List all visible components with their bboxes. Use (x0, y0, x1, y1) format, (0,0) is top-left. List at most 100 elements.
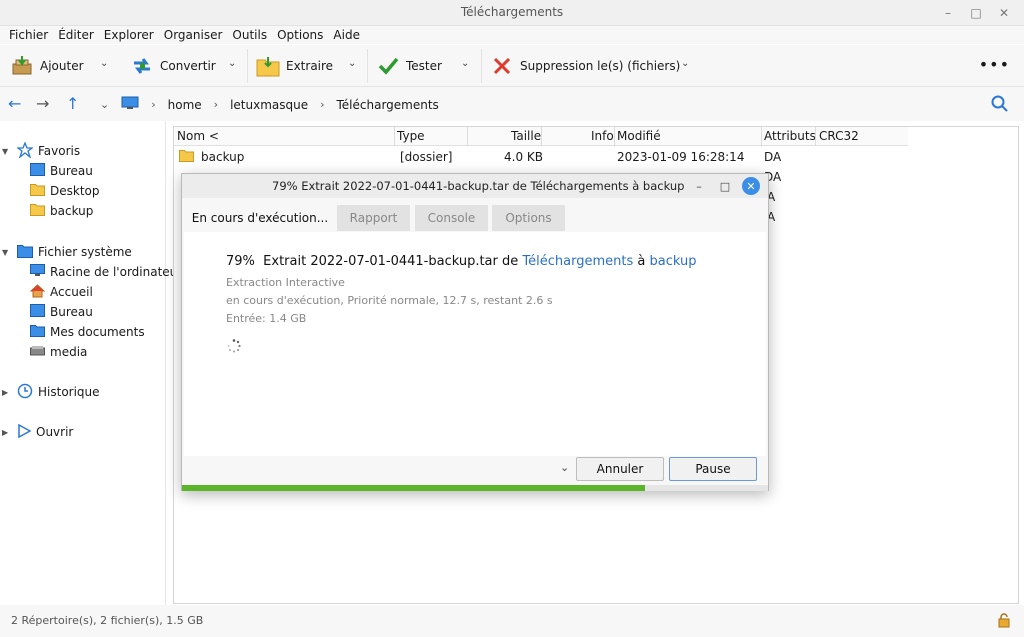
breadcrumb-current[interactable]: Téléchargements (337, 98, 439, 112)
window-title: Téléchargements (460, 5, 564, 19)
toolbar-divider (367, 49, 368, 83)
expand-triangle-icon[interactable]: ▼ (2, 248, 12, 257)
column-divider[interactable] (761, 127, 762, 146)
execution-state: en cours d'exécution, Priorité normale, … (226, 294, 553, 307)
maximize-icon[interactable]: □ (964, 3, 988, 23)
column-header-attributes[interactable]: Attributs (764, 129, 816, 143)
progress-action: Extrait 2022-07-01-0441-backup.tar de (263, 254, 519, 269)
sidebar-item-documents[interactable]: Mes documents (30, 323, 145, 341)
sidebar-item-desktop[interactable]: Desktop (30, 182, 100, 200)
expand-triangle-icon[interactable]: ▼ (2, 147, 12, 156)
toolbar: Ajouter ⌄ Convertir ⌄ Extraire ⌄ Tester … (0, 45, 1024, 87)
menu-editer[interactable]: Éditer (53, 26, 99, 44)
column-divider[interactable] (614, 127, 615, 146)
column-header-type[interactable]: Type (397, 129, 425, 143)
tab-report[interactable]: Rapport (337, 205, 410, 231)
dialog-minimize-icon[interactable]: – (690, 177, 708, 195)
folder-icon (30, 183, 45, 199)
sidebar-item-bureau[interactable]: Bureau (30, 162, 93, 180)
minimize-icon[interactable]: – (936, 3, 960, 23)
cancel-button[interactable]: Annuler (576, 457, 664, 481)
lock-icon[interactable] (998, 613, 1010, 631)
history-dropdown-chevron-icon[interactable]: ⌄ (100, 98, 109, 111)
column-divider[interactable] (815, 127, 816, 146)
menu-organiser[interactable]: Organiser (159, 26, 228, 44)
tab-console[interactable]: Console (415, 205, 488, 231)
breadcrumb-home[interactable]: home (168, 98, 202, 112)
sidebar-item-home[interactable]: Accueil (29, 283, 93, 301)
history-clock-icon (17, 383, 33, 402)
progress-summary: 79% Extrait 2022-07-01-0441-backup.tar d… (226, 254, 697, 269)
search-icon[interactable] (991, 95, 1008, 115)
drive-icon (30, 344, 45, 360)
forward-arrow-icon[interactable]: → (36, 94, 49, 113)
more-options-icon[interactable]: ••• (979, 55, 1010, 74)
sidebar-section-open[interactable]: ▶ Ouvrir (2, 423, 73, 441)
delete-label: Suppression le(s) (fichiers) (520, 59, 681, 73)
status-bar: 2 Répertoire(s), 2 fichier(s), 1.5 GB (0, 605, 1024, 637)
tab-running[interactable]: En cours d'exécution... (190, 205, 330, 231)
collapsed-triangle-icon[interactable]: ▶ (2, 428, 12, 437)
folder-icon (30, 203, 45, 219)
source-link[interactable]: Téléchargements (522, 254, 633, 269)
desktop-icon (30, 163, 45, 179)
close-icon[interactable]: ✕ (992, 3, 1016, 23)
convert-dropdown-chevron-icon[interactable]: ⌄ (228, 58, 236, 69)
breadcrumb-separator-icon: › (151, 98, 156, 111)
sidebar-section-filesystem[interactable]: ▼ Fichier système (2, 243, 132, 261)
tab-options[interactable]: Options (492, 205, 565, 231)
sidebar-item-media[interactable]: media (30, 343, 87, 361)
dialog-title: 79% Extrait 2022-07-01-0441-backup.tar d… (272, 179, 685, 193)
sidebar-section-history[interactable]: ▶ Historique (2, 383, 100, 401)
test-label: Tester (406, 59, 442, 73)
sidebar-section-favorites[interactable]: ▼ Favoris (2, 140, 80, 161)
menu-explorer[interactable]: Explorer (99, 26, 159, 44)
breadcrumb-separator-icon: › (213, 98, 219, 111)
convert-icon (130, 54, 154, 78)
convert-label: Convertir (160, 59, 216, 73)
column-divider[interactable] (394, 127, 395, 146)
sidebar-label-history: Historique (38, 385, 100, 399)
column-divider[interactable] (467, 127, 468, 146)
extraction-progress-dialog: 79% Extrait 2022-07-01-0441-backup.tar d… (181, 173, 769, 491)
test-dropdown-chevron-icon[interactable]: ⌄ (461, 58, 469, 69)
column-header-name[interactable]: Nom < (177, 129, 219, 143)
column-header-size[interactable]: Taille (511, 129, 541, 143)
table-row[interactable]: backup [dossier] 4.0 KB 2023-01-09 16:28… (174, 147, 908, 167)
sidebar-item-label: Mes documents (50, 325, 145, 339)
details-chevron-down-icon[interactable]: ⌄ (560, 461, 569, 474)
sidebar-item-backup[interactable]: backup (30, 202, 93, 220)
delete-button[interactable]: Suppression le(s) (fichiers) (490, 51, 680, 81)
pause-button[interactable]: Pause (669, 457, 757, 481)
column-divider[interactable] (541, 127, 542, 146)
extract-button[interactable]: Extraire (256, 51, 333, 81)
progress-to: à (637, 254, 646, 269)
back-arrow-icon[interactable]: ← (8, 94, 21, 113)
column-header-modified[interactable]: Modifié (617, 129, 661, 143)
delete-x-icon (490, 54, 514, 78)
add-dropdown-chevron-icon[interactable]: ⌄ (100, 58, 108, 69)
menu-fichier[interactable]: Fichier (4, 26, 53, 44)
add-button[interactable]: Ajouter (10, 51, 84, 81)
breadcrumb-user[interactable]: letuxmasque (230, 98, 308, 112)
menu-aide[interactable]: Aide (328, 26, 365, 44)
sidebar-item-bureau-fs[interactable]: Bureau (30, 303, 93, 321)
convert-button[interactable]: Convertir (130, 51, 216, 81)
menu-outils[interactable]: Outils (227, 26, 272, 44)
extract-dropdown-chevron-icon[interactable]: ⌄ (348, 58, 356, 69)
cell-type: [dossier] (400, 150, 453, 164)
collapsed-triangle-icon[interactable]: ▶ (2, 388, 12, 397)
cell-size: 4.0 KB (504, 150, 543, 164)
star-icon (16, 140, 34, 161)
column-header-info[interactable]: Info (591, 129, 614, 143)
column-header-crc32[interactable]: CRC32 (819, 129, 859, 143)
computer-icon[interactable] (121, 96, 139, 113)
test-button[interactable]: Tester (376, 51, 442, 81)
delete-dropdown-chevron-icon[interactable]: ⌄ (681, 58, 689, 69)
dialog-maximize-icon[interactable]: □ (716, 177, 734, 195)
up-arrow-icon[interactable]: ↑ (66, 94, 79, 113)
menu-options[interactable]: Options (272, 26, 328, 44)
dialog-close-icon[interactable]: ✕ (742, 177, 760, 195)
destination-link[interactable]: backup (650, 254, 697, 269)
sidebar-item-root[interactable]: Racine de l'ordinateur (30, 263, 182, 281)
